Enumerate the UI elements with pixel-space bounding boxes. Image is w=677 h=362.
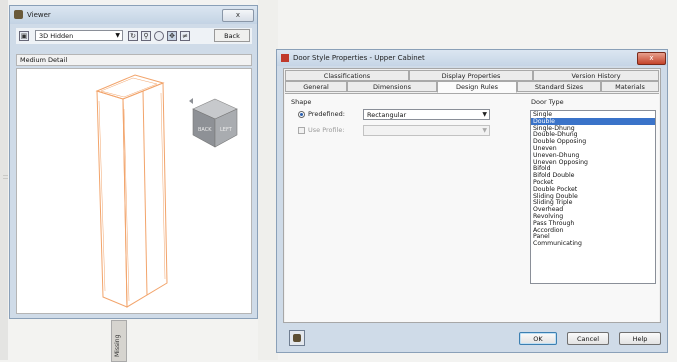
background-tick [3, 175, 8, 176]
list-item[interactable]: Sliding Triple [531, 199, 655, 206]
viewer-window: Viewer x ▣ 3D Hidden ▼ ↻ ⚲ ✥ ≠ Back Medi… [9, 5, 258, 319]
viewcube-face-label: LEFT [220, 127, 233, 133]
view-mode-select[interactable]: 3D Hidden ▼ [35, 30, 123, 41]
door-type-group-label: Door Type [531, 98, 564, 106]
use-profile-select[interactable]: ▼ [363, 125, 490, 136]
style-manager-icon[interactable] [289, 330, 305, 346]
list-item[interactable]: Double-Dhung [531, 131, 655, 138]
tab-materials[interactable]: Materials [601, 81, 659, 92]
list-item[interactable]: Single-Dhung [531, 125, 655, 132]
viewer-title: Viewer [27, 11, 51, 19]
door-style-dialog: Door Style Properties - Upper Cabinet x … [276, 49, 668, 353]
predefined-radio[interactable] [298, 111, 305, 118]
list-item[interactable]: Panel [531, 233, 655, 240]
list-item[interactable]: Sliding Double [531, 193, 655, 200]
help-button[interactable]: Help [619, 332, 661, 345]
dialog-title: Door Style Properties - Upper Cabinet [293, 54, 425, 62]
list-item[interactable]: Double Pocket [531, 186, 655, 193]
tab-dimensions[interactable]: Dimensions [347, 81, 437, 92]
tab-classifications[interactable]: Classifications [285, 70, 409, 81]
view-mode-value: 3D Hidden [39, 32, 74, 40]
viewer-titlebar[interactable]: Viewer x [10, 6, 257, 24]
viewer-app-icon [14, 10, 23, 19]
viewcube-arrow-icon[interactable] [189, 98, 193, 104]
list-item[interactable]: Double Opposing [531, 138, 655, 145]
list-item[interactable]: Accordion [531, 227, 655, 234]
viewcube-icon[interactable]: BACK LEFT [189, 95, 241, 151]
viewer-close-button[interactable]: x [222, 9, 254, 22]
design-rules-content: Shape Predefined: Rectangular ▼ Use Prof… [285, 93, 659, 322]
list-item[interactable]: Pocket [531, 179, 655, 186]
pan-icon[interactable]: ✥ [167, 31, 177, 41]
ok-button[interactable]: OK [519, 332, 557, 345]
shape-group-label: Shape [291, 98, 312, 106]
viewcube-face-label: BACK [198, 127, 212, 133]
list-item[interactable]: Communicating [531, 240, 655, 247]
list-item[interactable]: Uneven Opposing [531, 159, 655, 166]
save-icon[interactable]: ▣ [19, 31, 29, 41]
back-button[interactable]: Back [214, 29, 250, 42]
door-type-list[interactable]: Single Double Single-Dhung Double-Dhung … [530, 110, 656, 284]
zoom-extents-icon[interactable] [154, 31, 164, 41]
use-profile-checkbox[interactable] [298, 127, 305, 134]
flip-icon[interactable]: ≠ [180, 31, 190, 41]
background-left-edge [0, 0, 8, 360]
orbit-icon[interactable]: ↻ [128, 31, 138, 41]
dialog-titlebar[interactable]: Door Style Properties - Upper Cabinet x [277, 50, 667, 66]
list-item[interactable]: Revolving [531, 213, 655, 220]
list-item[interactable]: Bifold [531, 165, 655, 172]
dialog-close-button[interactable]: x [637, 52, 666, 65]
list-item[interactable]: Bifold Double [531, 172, 655, 179]
predefined-shape-value: Rectangular [367, 111, 407, 119]
missing-side-tab[interactable]: Missing [111, 320, 127, 362]
list-item[interactable]: Uneven-Dhung [531, 152, 655, 159]
list-item[interactable]: Pass Through [531, 220, 655, 227]
dialog-tab-panel: Classifications Display Properties Versi… [283, 68, 661, 323]
list-item-selected[interactable]: Double [531, 117, 655, 125]
cancel-button[interactable]: Cancel [567, 332, 609, 345]
detail-level-select[interactable]: Medium Detail [16, 54, 252, 66]
missing-side-tab-label: Missing [114, 334, 121, 357]
use-profile-label: Use Profile: [308, 126, 345, 134]
tab-version-history[interactable]: Version History [533, 70, 659, 81]
background-gap [258, 0, 278, 360]
list-item[interactable]: Uneven [531, 145, 655, 152]
autodesk-logo-icon [281, 54, 289, 62]
predefined-label: Predefined: [308, 110, 345, 118]
background-tick [3, 178, 8, 179]
viewer-toolbar: ▣ 3D Hidden ▼ ↻ ⚲ ✥ ≠ Back [16, 28, 252, 44]
tab-display-properties[interactable]: Display Properties [409, 70, 533, 81]
chevron-down-icon: ▼ [482, 111, 487, 118]
predefined-shape-select[interactable]: Rectangular ▼ [363, 109, 490, 120]
tab-design-rules[interactable]: Design Rules [437, 81, 517, 93]
tab-general[interactable]: General [285, 81, 347, 92]
list-item[interactable]: Overhead [531, 206, 655, 213]
zoom-icon[interactable]: ⚲ [141, 31, 151, 41]
list-item[interactable]: Single [531, 111, 655, 118]
viewer-canvas[interactable]: BACK LEFT [16, 68, 252, 314]
chevron-down-icon: ▼ [482, 127, 487, 134]
chevron-down-icon: ▼ [115, 32, 120, 39]
tab-standard-sizes[interactable]: Standard Sizes [517, 81, 601, 92]
